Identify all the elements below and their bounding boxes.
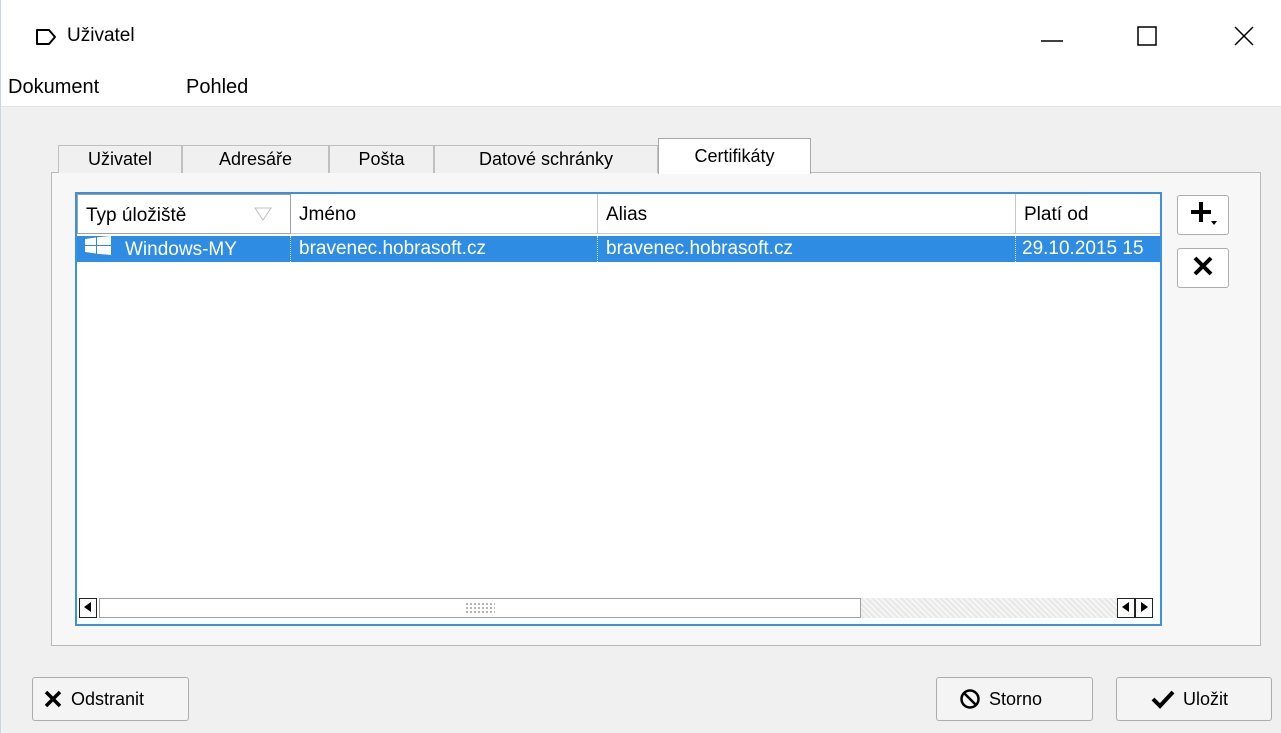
sort-indicator-icon: [254, 205, 272, 227]
scroll-left-button-2[interactable]: [1117, 598, 1135, 618]
windows-logo-icon: [85, 236, 111, 262]
tab-certifikaty[interactable]: Certifikáty: [658, 138, 811, 174]
odstranit-button[interactable]: Odstranit: [32, 677, 189, 721]
tab-uzivatel[interactable]: Uživatel: [58, 145, 182, 173]
grip-icon: [465, 602, 495, 615]
maximize-button[interactable]: [1117, 16, 1177, 60]
close-button[interactable]: [1214, 16, 1274, 60]
storno-label: Storno: [989, 688, 1043, 709]
arrow-left-icon: [84, 599, 92, 617]
scroll-right-button[interactable]: [1135, 598, 1153, 618]
odstranit-label: Odstranit: [71, 688, 145, 709]
window-icon: [35, 27, 57, 47]
cell-type: Windows-MY: [77, 236, 291, 262]
table-row[interactable]: Windows-MY bravenec.hobrasoft.cz bravene…: [77, 236, 1160, 262]
column-header-label: Alias: [606, 204, 648, 225]
minimize-button[interactable]: [1022, 16, 1082, 60]
tab-label: Uživatel: [87, 149, 153, 169]
column-header-jmeno[interactable]: Jméno: [291, 194, 598, 234]
close-icon: [1234, 25, 1254, 51]
tab-adresare[interactable]: Adresáře: [182, 145, 329, 173]
column-header-plati-od[interactable]: Platí od: [1016, 194, 1160, 234]
add-button[interactable]: [1177, 195, 1229, 235]
maximize-icon: [1137, 25, 1157, 51]
tab-posta[interactable]: Pošta: [329, 145, 434, 173]
horizontal-scrollbar[interactable]: [79, 598, 1159, 620]
scroll-left-button[interactable]: [79, 598, 97, 618]
cell-alias: bravenec.hobrasoft.cz: [598, 236, 1016, 262]
menu-dokument[interactable]: Dokument: [8, 74, 99, 101]
menu-bar: Dokument Pohled: [1, 70, 1281, 107]
checkmark-icon: [1151, 689, 1175, 709]
remove-icon: [1192, 255, 1214, 282]
storno-button[interactable]: Storno: [936, 677, 1093, 721]
scrollbar-thumb[interactable]: [99, 598, 861, 618]
menu-pohled[interactable]: Pohled: [186, 74, 248, 101]
delete-x-icon: [43, 689, 63, 709]
remove-button[interactable]: [1177, 248, 1229, 288]
tab-label: Certifikáty: [694, 146, 775, 166]
minimize-icon: [1041, 29, 1063, 48]
window-title: Uživatel: [67, 25, 135, 46]
add-icon: [1188, 198, 1218, 233]
cancel-circle-icon: [959, 688, 981, 710]
title-bar: Uživatel: [1, 0, 1281, 70]
ulozit-label: Uložit: [1183, 688, 1229, 709]
cell-valid-from: 29.10.2015 15: [1022, 238, 1144, 259]
dialog-window: Uživatel Dokument Pohled Uživatel Adresá…: [0, 0, 1281, 733]
column-header-label: Jméno: [299, 204, 357, 225]
table-header: Typ úložiště Jméno Alias Platí od: [77, 194, 1160, 236]
tab-label: Datové schránky: [478, 149, 614, 169]
column-header-label: Platí od: [1024, 204, 1089, 225]
column-header-label: Typ úložiště: [86, 205, 187, 226]
column-header-alias[interactable]: Alias: [598, 194, 1016, 234]
tab-label: Adresáře: [218, 149, 293, 169]
ulozit-button[interactable]: Uložit: [1116, 677, 1272, 721]
cell-type-label: Windows-MY: [125, 239, 237, 261]
arrow-left-icon: [1122, 599, 1130, 617]
tab-label: Pošta: [358, 149, 405, 169]
tab-datove-schranky[interactable]: Datové schránky: [434, 145, 658, 173]
arrow-right-icon: [1140, 599, 1148, 617]
cell-name: bravenec.hobrasoft.cz: [291, 236, 598, 262]
column-header-typ-uloziste[interactable]: Typ úložiště: [77, 194, 291, 234]
certificates-table[interactable]: Typ úložiště Jméno Alias Platí od Window…: [75, 192, 1162, 626]
